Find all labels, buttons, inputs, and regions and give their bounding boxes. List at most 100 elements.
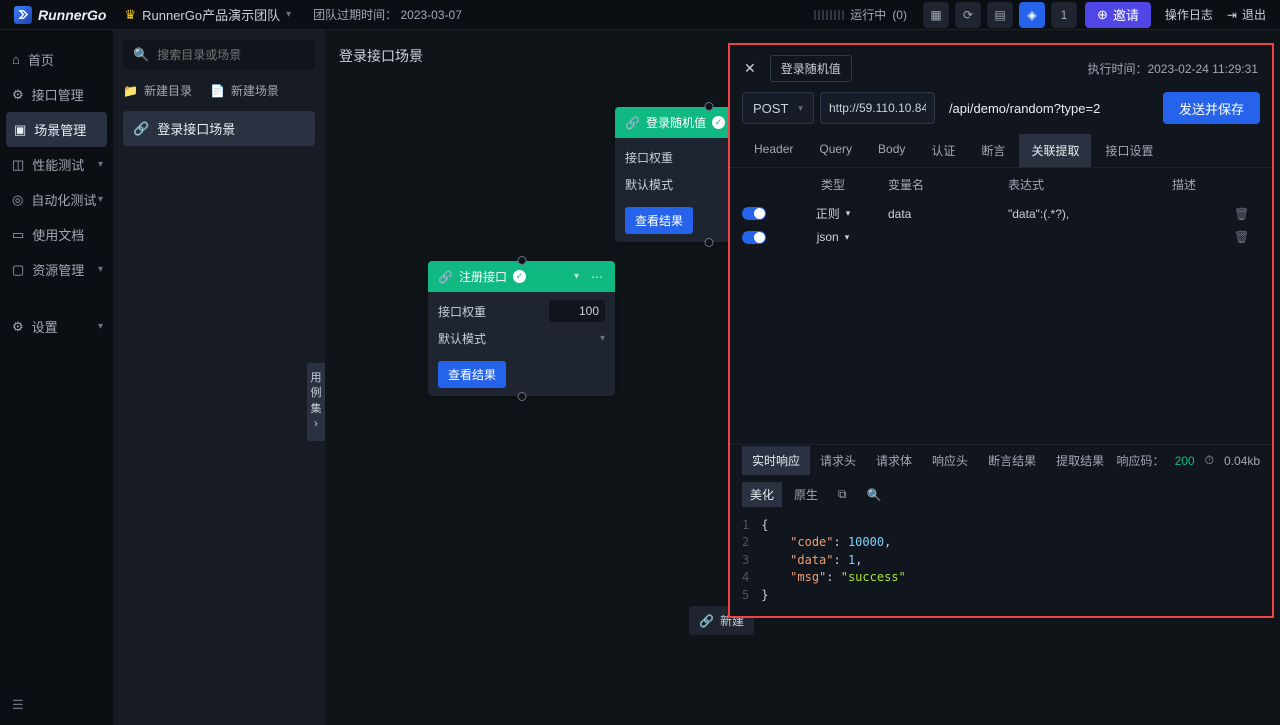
table-row: 正则▾ data "data":(.*?), 🗑	[742, 201, 1260, 226]
more-icon[interactable]: ⋯	[591, 270, 605, 284]
type-select[interactable]: json▾	[778, 230, 888, 244]
nav-auto[interactable]: ◎自动化测试▾	[0, 182, 113, 217]
tab-settings[interactable]: 接口设置	[1093, 134, 1165, 167]
scene-item[interactable]: 🔗 登录接口场景	[123, 111, 315, 146]
json-code: 10000	[848, 535, 884, 549]
code-content: { "code": 10000, "data": 1, "msg": "succ…	[761, 517, 906, 604]
nav-label: 自动化测试	[31, 190, 96, 209]
action-icon-3[interactable]: ▤	[987, 2, 1013, 28]
home-icon: ⌂	[12, 52, 20, 67]
nav-perf[interactable]: ◫性能测试▾	[0, 147, 113, 182]
tab-header[interactable]: Header	[742, 134, 805, 167]
toggle-switch[interactable]	[742, 207, 766, 220]
case-set-tab[interactable]: 用例集›	[307, 363, 325, 441]
response-bar: 实时响应 请求头 请求体 响应头 断言结果 提取结果 响应码： 200 ⏱ 0.…	[730, 444, 1272, 476]
tab-assert[interactable]: 断言	[969, 134, 1017, 167]
chart-icon: ◫	[12, 157, 24, 173]
new-scene-button[interactable]: 📄 新建场景	[210, 82, 279, 99]
chevron-down-icon: ▾	[846, 208, 851, 219]
notification-badge[interactable]: 1	[1051, 2, 1077, 28]
restab-assert[interactable]: 断言结果	[978, 446, 1046, 475]
weight-input[interactable]	[549, 300, 605, 322]
exec-time-label: 执行时间：	[1087, 62, 1147, 76]
type-select[interactable]: 正则▾	[778, 205, 888, 222]
send-save-button[interactable]: 发送并保存	[1163, 92, 1260, 124]
link-icon: 🔗	[699, 614, 714, 628]
trash-icon[interactable]: 🗑	[1234, 207, 1260, 221]
host-input[interactable]	[820, 92, 935, 124]
var-cell[interactable]: data	[888, 207, 1008, 221]
chevron-down-icon[interactable]: ▾	[600, 333, 605, 344]
logo-mark-icon	[14, 6, 32, 24]
view-result-button[interactable]: 查看结果	[438, 361, 506, 388]
restab-reqhead[interactable]: 请求头	[810, 446, 866, 475]
request-tabs: Header Query Body 认证 断言 关联提取 接口设置	[730, 134, 1272, 168]
search-icon[interactable]: 🔍	[859, 484, 890, 506]
search-box[interactable]: 🔍	[123, 40, 315, 70]
doc-icon: ▭	[12, 227, 24, 243]
path-input[interactable]	[941, 92, 1157, 124]
json-msg: success	[848, 570, 899, 584]
weight-label: 接口权重	[625, 149, 673, 166]
restab-live[interactable]: 实时响应	[742, 446, 810, 475]
nav-settings[interactable]: ⚙设置▾	[0, 309, 113, 344]
oplog-link[interactable]: 操作日志	[1165, 6, 1213, 23]
weight-label: 接口权重	[438, 303, 486, 320]
file-plus-icon: 📄	[210, 84, 225, 98]
action-icon-1[interactable]: ▦	[923, 2, 949, 28]
nav-docs[interactable]: ▭ 使用文档	[0, 217, 113, 252]
new-folder-button[interactable]: 📁新建目录	[123, 82, 192, 99]
node-handle-top[interactable]	[517, 256, 526, 265]
raw-tab[interactable]: 原生	[786, 482, 826, 507]
gear-icon: ⚙	[12, 319, 24, 335]
nav-home[interactable]: ⌂首页	[0, 42, 113, 77]
close-icon[interactable]: ✕	[744, 60, 756, 77]
method-select[interactable]: POST▾	[742, 92, 814, 124]
exit-link[interactable]: ⇥ 退出	[1227, 6, 1266, 23]
toggle-switch[interactable]	[742, 231, 766, 244]
nav-res[interactable]: ▢资源管理▾	[0, 252, 113, 287]
tab-query[interactable]: Query	[807, 134, 864, 167]
chevron-down-icon[interactable]: ▾	[574, 271, 579, 282]
restab-reshead[interactable]: 响应头	[922, 446, 978, 475]
tab-body[interactable]: Body	[866, 134, 917, 167]
tab-extract[interactable]: 关联提取	[1019, 134, 1091, 167]
view-result-button[interactable]: 查看结果	[625, 207, 693, 234]
nav-label: 使用文档	[32, 225, 84, 244]
new-scene-label: 新建场景	[231, 82, 279, 99]
collapse-sidenav[interactable]: ☰	[0, 685, 113, 725]
node-handle-bottom[interactable]	[704, 238, 713, 247]
layers-icon: ▣	[14, 122, 26, 138]
restab-extract[interactable]: 提取结果	[1046, 446, 1114, 475]
activity-bars-icon	[814, 10, 844, 20]
new-folder-label: 新建目录	[144, 82, 192, 99]
beautify-tab[interactable]: 美化	[742, 482, 782, 507]
response-editor[interactable]: 12345 { "code": 10000, "data": 1, "msg":…	[730, 513, 1272, 616]
action-icon-2[interactable]: ⟳	[955, 2, 981, 28]
tab-auth[interactable]: 认证	[919, 134, 967, 167]
node-handle-bottom[interactable]	[517, 392, 526, 401]
node-body: 接口权重 默认模式▾ 查看结果	[428, 292, 615, 396]
link-icon: 🔗	[438, 270, 453, 284]
check-icon: ✓	[712, 116, 725, 129]
invite-button[interactable]: ⊕ 邀请	[1085, 2, 1151, 28]
nav-label: 性能测试	[32, 155, 84, 174]
trash-icon[interactable]: 🗑	[1234, 230, 1260, 244]
expr-cell[interactable]: "data":(.*?),	[1008, 207, 1134, 221]
team-name: RunnerGo产品演示团队	[142, 5, 280, 24]
node-handle-top[interactable]	[704, 102, 713, 111]
nav-api[interactable]: ⚙接口管理	[0, 77, 113, 112]
search-input[interactable]	[157, 48, 312, 62]
response-info: 响应码： 200 ⏱ 0.04kb	[1117, 452, 1260, 469]
team-selector[interactable]: ♛ RunnerGo产品演示团队 ▾	[124, 5, 291, 24]
cube-icon[interactable]: ◈	[1019, 2, 1045, 28]
panel-title: 登录随机值	[770, 55, 852, 82]
restab-reqbody[interactable]: 请求体	[866, 446, 922, 475]
nav-scene[interactable]: ▣场景管理	[6, 112, 107, 147]
copy-icon[interactable]: ⧉	[830, 483, 855, 506]
node-register[interactable]: 🔗 注册接口 ✓ ▾ ⋯ 接口权重 默认模式▾ 查看结果	[428, 261, 615, 396]
panel-header: ✕ 登录随机值 执行时间：2023-02-24 11:29:31	[730, 45, 1272, 92]
table-row: json▾ 🗑	[742, 226, 1260, 248]
extract-table: 类型 变量名 表达式 描述 正则▾ data "data":(.*?), 🗑 j…	[730, 168, 1272, 248]
sidenav: ⌂首页 ⚙接口管理 ▣场景管理 ◫性能测试▾ ◎自动化测试▾ ▭使用文档 ▢资源…	[0, 30, 113, 725]
